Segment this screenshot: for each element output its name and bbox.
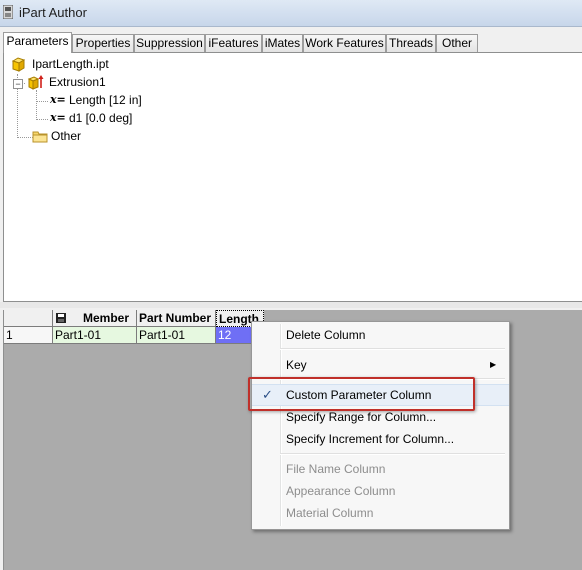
tree-label-root: IpartLength.ipt [32, 57, 109, 71]
menu-separator [280, 453, 505, 455]
tab-work-features[interactable]: Work Features [303, 34, 386, 52]
tab-ifeatures[interactable]: iFeatures [205, 34, 262, 52]
title-bar: iPart Author [0, 0, 582, 27]
tab-threads[interactable]: Threads [386, 34, 436, 52]
tab-suppression[interactable]: Suppression [134, 34, 205, 52]
menu-item-specify-increment[interactable]: Specify Increment for Column... [252, 428, 509, 450]
menu-item-key[interactable]: Key ▶ [252, 354, 509, 376]
cell-part-number[interactable]: Part1-01 [137, 327, 216, 344]
parameter-tree[interactable]: IpartLength.ipt − Extrusion1 x= Length [… [3, 52, 582, 302]
submenu-arrow-icon: ▶ [490, 360, 497, 369]
menu-label: Delete Column [286, 328, 366, 342]
key-icon [56, 313, 66, 323]
column-header-member[interactable]: Member [53, 310, 137, 327]
window-title: iPart Author [19, 5, 87, 20]
folder-icon [32, 131, 48, 143]
tab-parameters[interactable]: Parameters [3, 32, 72, 53]
collapse-toggle[interactable]: − [13, 79, 23, 89]
panel-splitter[interactable] [0, 302, 582, 308]
cell-member[interactable]: Part1-01 [53, 327, 137, 344]
tree-label-extrusion: Extrusion1 [49, 75, 106, 89]
row-index[interactable]: 1 [4, 327, 53, 344]
menu-item-material-column: Material Column [252, 502, 509, 524]
menu-separator [280, 348, 505, 350]
member-header-label: Member [83, 311, 130, 325]
column-header-part-number[interactable]: Part Number [137, 310, 216, 327]
parameter-icon: x= [50, 93, 66, 106]
column-context-menu: Delete Column Key ▶ ✓ Custom Parameter C… [251, 321, 510, 530]
tab-properties[interactable]: Properties [72, 34, 134, 52]
menu-label: File Name Column [286, 462, 386, 476]
menu-item-file-name-column: File Name Column [252, 458, 509, 480]
menu-label: Appearance Column [286, 484, 396, 498]
tree-label-param: Length [12 in] [69, 93, 142, 107]
tab-other[interactable]: Other [436, 34, 478, 52]
menu-label: Material Column [286, 506, 374, 520]
table-corner [4, 310, 53, 327]
tree-label-param: d1 [0.0 deg] [69, 111, 133, 125]
menu-label: Key [286, 358, 307, 372]
tab-imates[interactable]: iMates [262, 34, 303, 52]
extrusion-icon [27, 75, 44, 90]
highlight-annotation [248, 377, 475, 411]
menu-item-appearance-column: Appearance Column [252, 480, 509, 502]
parameter-icon: x= [50, 111, 66, 124]
menu-label: Specify Increment for Column... [286, 432, 455, 446]
part-file-icon [11, 57, 26, 72]
menu-item-delete-column[interactable]: Delete Column [252, 324, 509, 346]
ipart-author-icon [3, 5, 13, 19]
tree-label-other: Other [51, 129, 82, 143]
